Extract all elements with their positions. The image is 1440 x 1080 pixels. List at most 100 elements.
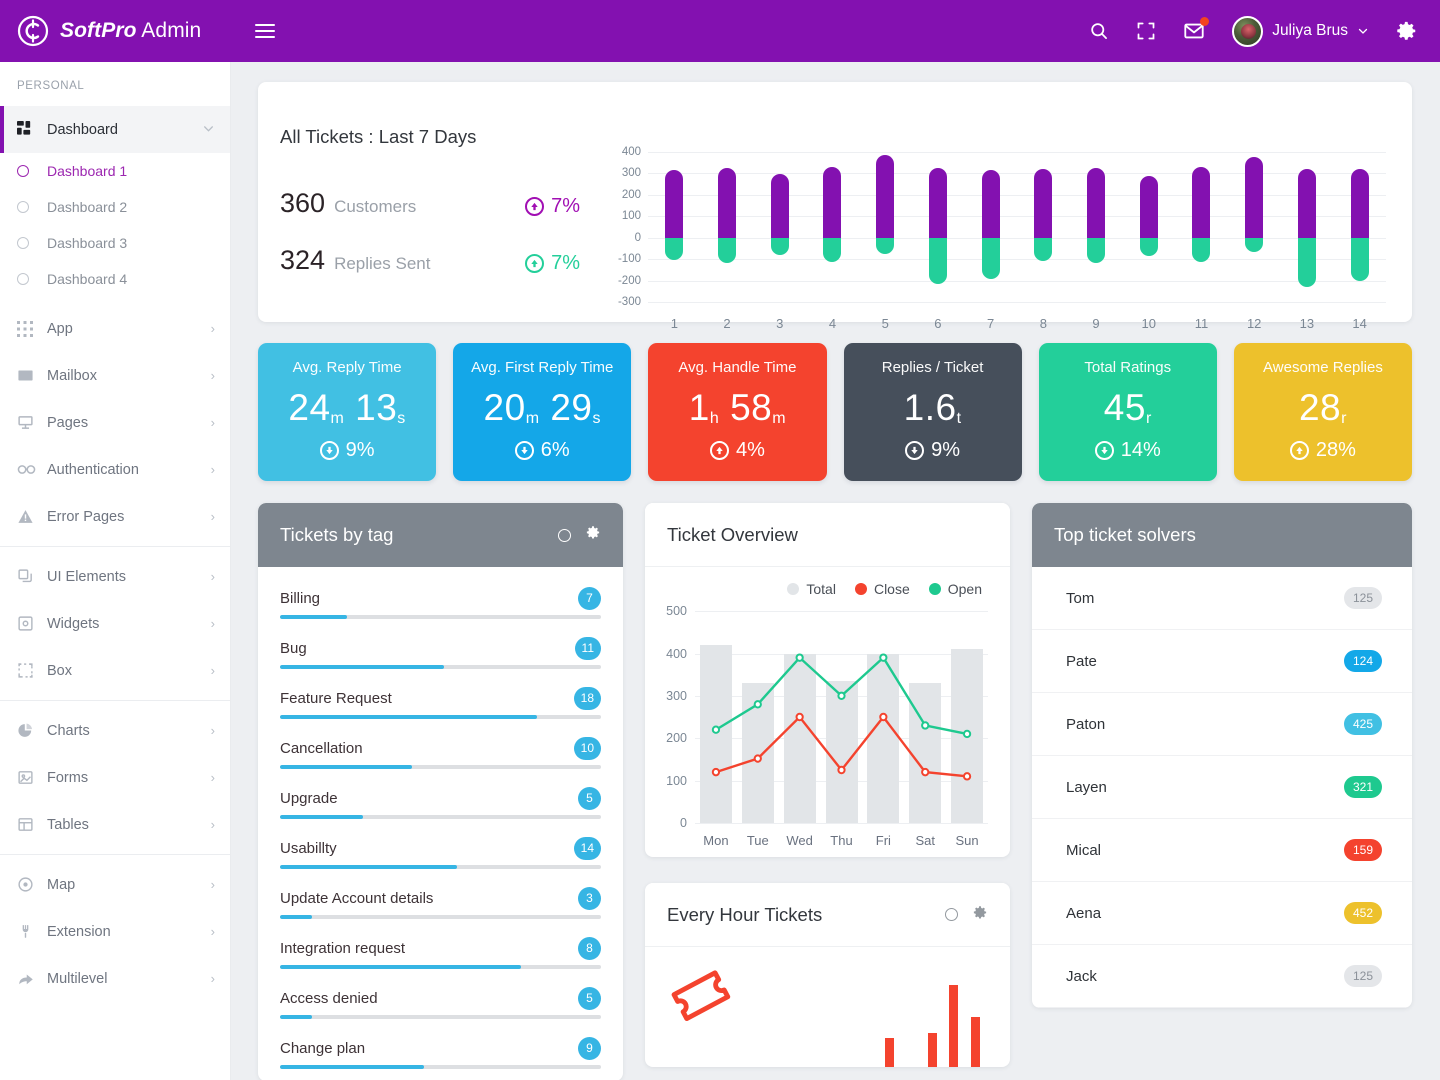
sidebar-item-box[interactable]: Box › bbox=[0, 647, 230, 694]
tag-row[interactable]: Bug 11 bbox=[280, 631, 601, 681]
solver-row[interactable]: Paton 425 bbox=[1032, 693, 1412, 757]
main-content: All Tickets : Last 7 Days 360 Customers 7%… bbox=[231, 62, 1440, 1080]
bar-positive bbox=[770, 173, 789, 238]
chevron-right-icon: › bbox=[210, 509, 215, 524]
fullscreen-icon[interactable] bbox=[1136, 21, 1156, 41]
sparkline-bar bbox=[949, 984, 959, 1068]
kpi-delta-value: 9% bbox=[345, 439, 375, 462]
kpi-card[interactable]: Awesome Replies 28r 28% bbox=[1233, 343, 1413, 482]
tag-name: Update Account details bbox=[280, 889, 434, 907]
sidebar-item-label: Authentication bbox=[47, 461, 139, 478]
tag-row[interactable]: Feature Request 18 bbox=[280, 681, 601, 731]
sidebar-item-app[interactable]: App › bbox=[0, 305, 230, 352]
solver-row[interactable]: Mical 159 bbox=[1032, 819, 1412, 883]
kpi-card[interactable]: Total Ratings 45r 14% bbox=[1038, 343, 1217, 482]
kpi-card[interactable]: Replies / Ticket 1.6t 9% bbox=[843, 343, 1022, 482]
sidebar-item-tables[interactable]: Tables › bbox=[0, 801, 230, 848]
kpi-card[interactable]: Avg. Reply Time 24m 13s 9% bbox=[258, 343, 437, 482]
sidebar-item-dashboard-2[interactable]: Dashboard 2 bbox=[0, 189, 230, 225]
sidebar-item-dashboard-4[interactable]: Dashboard 4 bbox=[0, 261, 230, 297]
gear-icon[interactable] bbox=[1396, 20, 1418, 42]
user-menu[interactable]: Juliya Brus bbox=[1232, 15, 1369, 47]
sidebar-item-ui-elements[interactable]: UI Elements › bbox=[0, 553, 230, 600]
sidebar-item-label: Error Pages bbox=[47, 508, 125, 525]
kpi-title: Avg. Handle Time bbox=[678, 359, 797, 376]
tag-row[interactable]: Upgrade 5 bbox=[280, 781, 601, 831]
solver-row[interactable]: Jack 125 bbox=[1032, 945, 1412, 1009]
sidebar-item-error-pages[interactable]: Error Pages › bbox=[0, 493, 230, 540]
y-axis-tick: 400 bbox=[621, 146, 641, 158]
circle-icon[interactable] bbox=[945, 908, 958, 922]
tag-name: Integration request bbox=[280, 939, 406, 957]
metric-delta: 7% bbox=[525, 195, 580, 218]
sidebar-item-multilevel[interactable]: Multilevel › bbox=[0, 955, 230, 1002]
legend-item[interactable]: Total bbox=[787, 581, 836, 597]
tag-row[interactable]: Billing 7 bbox=[280, 581, 601, 631]
tag-row[interactable]: Cancellation 10 bbox=[280, 731, 601, 781]
x-axis-tick: Thu bbox=[830, 833, 853, 849]
hamburger-icon[interactable] bbox=[255, 24, 275, 38]
sidebar-item-dashboard-3[interactable]: Dashboard 3 bbox=[0, 225, 230, 261]
sidebar-item-dashboard[interactable]: Dashboard bbox=[0, 106, 230, 153]
solver-count-badge: 159 bbox=[1343, 839, 1382, 862]
circle-icon[interactable] bbox=[558, 528, 571, 542]
search-icon[interactable] bbox=[1089, 21, 1109, 41]
progress-track bbox=[280, 965, 601, 970]
bar-positive bbox=[1139, 175, 1158, 238]
metric-label: Customers bbox=[334, 197, 417, 216]
metric-delta: 7% bbox=[525, 252, 580, 275]
sidebar-item-mailbox[interactable]: Mailbox › bbox=[0, 352, 230, 399]
tag-row[interactable]: Update Account details 3 bbox=[280, 881, 601, 931]
progress-track bbox=[280, 665, 601, 670]
tag-row[interactable]: Change plan 9 bbox=[280, 1031, 601, 1080]
kpi-value-1: 24 bbox=[288, 387, 331, 429]
sidebar-item-dashboard-1[interactable]: Dashboard 1 bbox=[0, 153, 230, 189]
sidebar-item-map[interactable]: Map › bbox=[0, 861, 230, 908]
sidebar-item-forms[interactable]: Forms › bbox=[0, 754, 230, 801]
progress-fill bbox=[280, 965, 521, 970]
bar-negative bbox=[1034, 237, 1053, 262]
x-axis-tick: Fri bbox=[875, 833, 891, 849]
data-point bbox=[922, 769, 928, 775]
solver-row[interactable]: Pate 124 bbox=[1032, 630, 1412, 694]
tickets-bar-chart-area: 400 300 200 100 0 -100 -200 -300 1 2 3 4 5 6 7 8 9 10 11 12… bbox=[580, 104, 1386, 331]
kpi-card[interactable]: Avg. First Reply Time 20m 29s 6% bbox=[453, 343, 632, 482]
tag-row[interactable]: Usabillty 14 bbox=[280, 831, 601, 881]
kpi-card[interactable]: Avg. Handle Time 1h 58m 4% bbox=[648, 343, 827, 482]
kpi-delta-value: 28% bbox=[1315, 439, 1356, 462]
kpi-title: Avg. First Reply Time bbox=[471, 359, 614, 376]
kpi-delta: 28% bbox=[1242, 439, 1404, 462]
widget-icon bbox=[17, 615, 47, 632]
legend-item[interactable]: Open bbox=[928, 581, 982, 597]
tag-row[interactable]: Integration request 8 bbox=[280, 931, 601, 981]
sidebar-item-pages[interactable]: Pages › bbox=[0, 399, 230, 446]
bar-negative bbox=[1350, 237, 1369, 281]
x-axis-tick: 12 bbox=[1246, 316, 1262, 331]
bar-negative bbox=[981, 237, 1000, 280]
gear-icon[interactable] bbox=[973, 905, 988, 925]
tag-row[interactable]: Access denied 5 bbox=[280, 981, 601, 1031]
bar-positive bbox=[1034, 169, 1053, 238]
map-pin-icon bbox=[17, 876, 47, 893]
solver-row[interactable]: Tom 125 bbox=[1032, 567, 1412, 631]
ticket-icon bbox=[669, 970, 731, 1029]
legend-item[interactable]: Close bbox=[854, 581, 910, 597]
solver-row[interactable]: Layen 321 bbox=[1032, 756, 1412, 820]
brand-logo-area[interactable]: SoftPro Admin bbox=[0, 0, 231, 62]
sidebar-item-charts[interactable]: Charts › bbox=[0, 707, 230, 754]
sidebar-section-label: PERSONAL bbox=[17, 80, 85, 92]
tag-count-badge: 5 bbox=[578, 786, 601, 810]
mail-icon[interactable] bbox=[1183, 17, 1210, 42]
solver-row[interactable]: Aena 452 bbox=[1032, 882, 1412, 946]
kpi-delta: 6% bbox=[461, 439, 623, 462]
kpi-unit-1: r bbox=[1145, 410, 1152, 428]
bar-group: 13 bbox=[1281, 152, 1334, 331]
sidebar-item-extension[interactable]: Extension › bbox=[0, 908, 230, 955]
gear-icon[interactable] bbox=[586, 525, 601, 545]
bar-positive bbox=[928, 168, 947, 238]
all-tickets-panel: All Tickets : Last 7 Days 360 Customers 7%… bbox=[258, 82, 1412, 331]
sidebar-item-authentication[interactable]: Authentication › bbox=[0, 446, 230, 493]
sidebar-item-widgets[interactable]: Widgets › bbox=[0, 600, 230, 647]
x-axis-tick: 3 bbox=[776, 316, 784, 331]
tickets-by-tag-column: Tickets by tag Billing 7 Bug 11 Feature Requ… bbox=[258, 503, 623, 1080]
